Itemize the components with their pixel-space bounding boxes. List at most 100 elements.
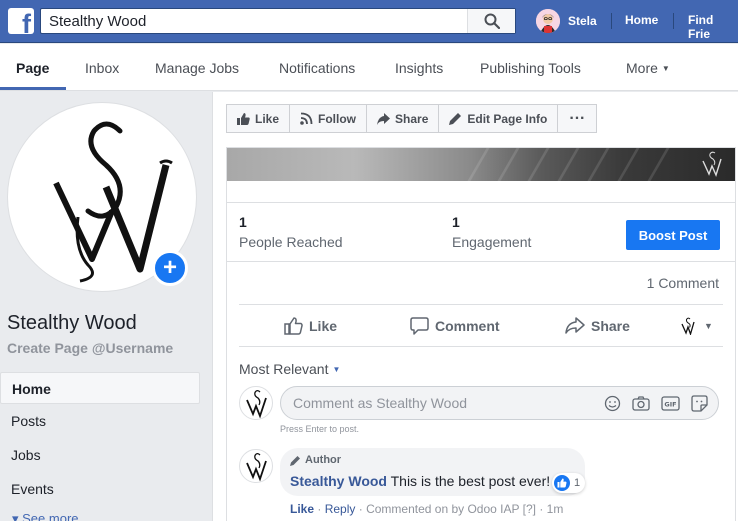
see-more-link[interactable]: ▾ See more <box>12 511 79 521</box>
sidebar-item-home[interactable]: Home <box>0 372 200 404</box>
divider <box>611 13 612 29</box>
stat-label: People Reached <box>239 234 343 250</box>
tab-insights[interactable]: Insights <box>395 60 443 76</box>
comment-post-button[interactable]: Comment <box>410 317 500 335</box>
sidebar-item-posts[interactable]: Posts <box>0 404 200 438</box>
composer-tools: GIF <box>593 395 708 412</box>
stat-value: 1 <box>239 214 247 230</box>
tab-page[interactable]: Page <box>16 60 49 76</box>
comment-reply-link[interactable]: Reply <box>325 502 356 516</box>
pencil-icon <box>449 113 462 125</box>
left-nav: Home Posts Jobs Events <box>0 372 200 506</box>
top-bar: f Stela Home Find Frie <box>0 0 738 43</box>
tab-manage-jobs[interactable]: Manage Jobs <box>155 60 239 76</box>
follow-label: Follow <box>318 111 357 126</box>
comment-meta: Commented on by Odoo IAP <box>366 502 520 516</box>
thumbs-up-outline-icon <box>284 317 303 335</box>
follow-button[interactable]: Follow <box>289 104 368 133</box>
search-icon <box>484 13 500 29</box>
edit-page-info-button[interactable]: Edit Page Info <box>438 104 559 133</box>
see-more-label: See more <box>22 511 79 521</box>
comment-actions: Like · Reply · Commented on by Odoo IAP … <box>290 502 563 516</box>
divider <box>227 261 735 262</box>
share-arrow-outline-icon <box>565 317 585 334</box>
share-page-button[interactable]: Share <box>366 104 440 133</box>
page-action-bar: Like Follow Share Edit Page Info ··· <box>226 104 598 133</box>
post-as-selector[interactable]: ▼ <box>680 317 713 335</box>
comment-body: This is the best post ever! <box>390 473 551 489</box>
divider <box>227 181 735 203</box>
comment-reaction-badge[interactable]: 1 <box>552 473 586 493</box>
stat-label: Engagement <box>452 234 532 250</box>
like-post-button[interactable]: Like <box>284 317 337 335</box>
sidebar-item-events[interactable]: Events <box>0 472 200 506</box>
facebook-logo-icon[interactable]: f <box>8 8 34 34</box>
comment-time[interactable]: 1m <box>547 502 564 516</box>
stat-value: 1 <box>452 214 460 230</box>
divider <box>673 13 674 29</box>
sidebar-item-jobs[interactable]: Jobs <box>0 438 200 472</box>
post-card: 1 People Reached 1 Engagement Boost Post… <box>226 147 736 521</box>
caret-down-icon: ▼ <box>661 64 670 73</box>
comment-text: Stealthy Wood This is the best post ever… <box>290 473 550 489</box>
avatar <box>239 386 273 420</box>
home-link[interactable]: Home <box>625 13 658 27</box>
page-avatar-icon <box>681 317 695 335</box>
comment-bubble-icon <box>410 317 429 335</box>
caret-down-icon: ▼ <box>332 365 341 374</box>
page-title: Stealthy Wood <box>7 312 137 334</box>
gif-button[interactable]: GIF <box>661 395 680 412</box>
author-badge-label: Author <box>305 454 342 466</box>
tab-publishing-tools[interactable]: Publishing Tools <box>480 60 581 76</box>
create-username-link[interactable]: Create Page @Username <box>7 340 173 356</box>
separator-dot: · <box>358 502 363 516</box>
sort-label: Most Relevant <box>239 361 329 377</box>
emoji-button[interactable] <box>604 395 621 412</box>
profile-link[interactable]: Stela <box>536 8 597 34</box>
share-post-button[interactable]: Share <box>565 317 630 334</box>
like-reaction-icon <box>554 475 570 491</box>
sticker-button[interactable] <box>691 395 708 412</box>
caret-down-icon: ▼ <box>704 321 713 331</box>
search-button[interactable] <box>467 9 515 33</box>
search-box <box>40 8 516 34</box>
share-arrow-icon <box>377 112 391 125</box>
author-badge: Author <box>290 454 341 466</box>
more-options-button[interactable]: ··· <box>557 104 598 133</box>
comment-sort-dropdown[interactable]: Most Relevant ▼ <box>239 361 340 377</box>
tab-inbox[interactable]: Inbox <box>85 60 119 76</box>
photo-button[interactable] <box>632 395 650 412</box>
comment-count-link[interactable]: 1 Comment <box>647 275 719 291</box>
active-tab-indicator <box>0 87 66 90</box>
post-image[interactable] <box>227 148 735 181</box>
share-post-label: Share <box>591 317 630 334</box>
boost-post-button[interactable]: Boost Post <box>626 220 720 250</box>
share-page-label: Share <box>395 111 429 126</box>
comment-bubble: Author Stealthy Wood This is the best po… <box>280 448 585 496</box>
comment-author-link[interactable]: Stealthy Wood <box>290 473 387 489</box>
plus-icon: + <box>162 254 177 281</box>
divider <box>239 304 723 305</box>
divider <box>239 346 723 347</box>
find-friends-link[interactable]: Find Frie <box>688 13 738 41</box>
comment-post-label: Comment <box>435 318 500 334</box>
add-profile-photo-button[interactable]: + <box>152 250 188 286</box>
svg-text:GIF: GIF <box>664 401 676 409</box>
like-page-button[interactable]: Like <box>226 104 291 133</box>
avatar[interactable] <box>239 449 273 483</box>
tab-more[interactable]: More ▼ <box>626 60 670 76</box>
tab-notifications[interactable]: Notifications <box>279 60 355 76</box>
edit-page-info-label: Edit Page Info <box>467 111 548 126</box>
like-post-label: Like <box>309 318 338 334</box>
search-input[interactable] <box>41 9 469 33</box>
comment-like-link[interactable]: Like <box>290 502 314 516</box>
emoji-icon <box>604 395 621 412</box>
comment-input[interactable] <box>281 387 581 419</box>
sticker-icon <box>691 395 708 412</box>
stat-engagement: 1 Engagement <box>452 214 531 250</box>
more-dots-icon: ··· <box>569 109 586 127</box>
help-link[interactable]: [?] <box>523 502 536 516</box>
watermark-logo-icon <box>702 151 722 177</box>
user-name: Stela <box>568 14 597 28</box>
reaction-bar: Like Comment Share ▼ <box>227 308 735 346</box>
